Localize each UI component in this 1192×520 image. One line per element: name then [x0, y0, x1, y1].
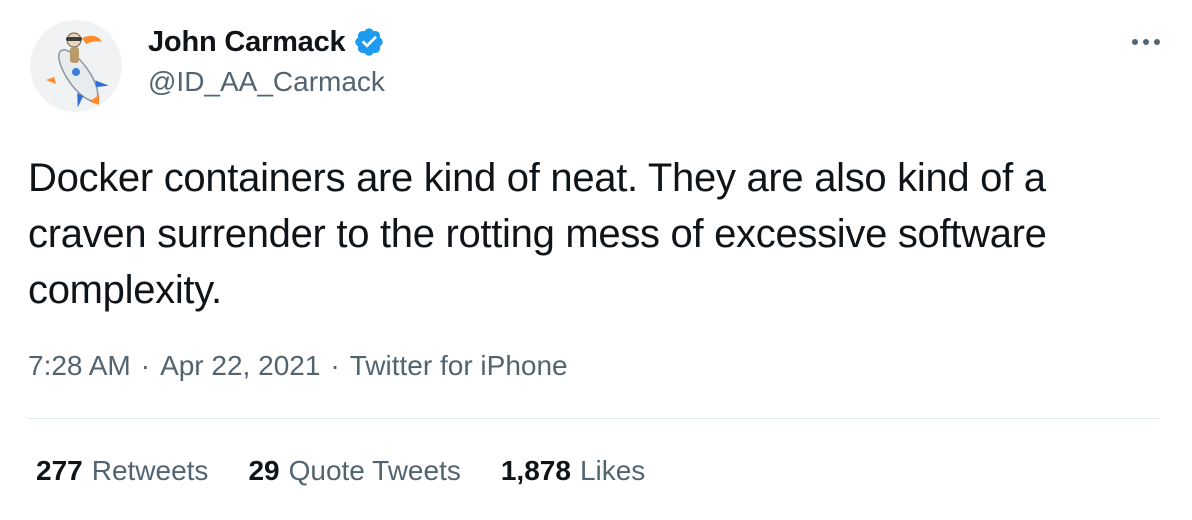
more-horizontal-icon: [1132, 39, 1160, 45]
tweet-time[interactable]: 7:28 AM: [28, 350, 131, 382]
tweet-date[interactable]: Apr 22, 2021: [160, 350, 320, 382]
author-name-row: John Carmack: [148, 22, 385, 62]
avatar[interactable]: [30, 20, 122, 112]
retweets-count: 277: [36, 455, 83, 486]
quote-tweets-count: 29: [248, 455, 280, 486]
quote-tweets-label: Quote Tweets: [288, 455, 461, 486]
tweet-card: John Carmack @ID_AA_Carmack Docker conta…: [0, 0, 1192, 520]
tweet-text: Docker containers are kind of neat. They…: [28, 156, 1047, 312]
retweets-label: Retweets: [91, 455, 209, 486]
likes-label: Likes: [579, 455, 646, 486]
avatar-rocket-illustration: [30, 20, 122, 112]
tweet-stats: 277 Retweets 29 Quote Tweets 1,878 Likes: [36, 455, 645, 487]
divider: [28, 418, 1160, 419]
retweets-stat[interactable]: 277 Retweets: [36, 455, 208, 487]
likes-count: 1,878: [500, 455, 571, 486]
meta-separator: ·: [140, 350, 151, 381]
author-display-name[interactable]: John Carmack: [148, 26, 346, 59]
verified-badge-icon: [355, 28, 384, 56]
tweet-metadata: 7:28 AM · Apr 22, 2021 · Twitter for iPh…: [28, 350, 568, 382]
likes-stat[interactable]: 1,878 Likes: [501, 455, 645, 487]
meta-separator: ·: [330, 350, 340, 381]
author-handle[interactable]: @ID_AA_Carmack: [148, 66, 385, 98]
quote-tweets-stat[interactable]: 29 Quote Tweets: [248, 455, 460, 487]
tweet-source[interactable]: Twitter for iPhone: [350, 350, 568, 382]
more-options-button[interactable]: [1124, 24, 1168, 60]
